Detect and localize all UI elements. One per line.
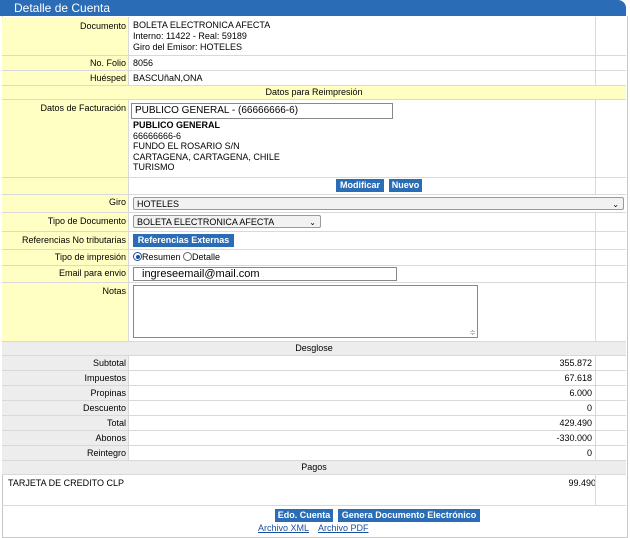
folio-value: 8056 (133, 58, 154, 68)
tipo-documento-label: Tipo de Documento (2, 213, 129, 231)
pagos-row: TARJETA DE CREDITO CLP 99.490 (2, 475, 626, 506)
chevron-down-icon: ⌄ (309, 218, 316, 227)
row-tipo-documento: Tipo de Documento BOLETA ELECTRONICA AFE… (2, 213, 626, 232)
huesped-value: BASCUñaN,ONA (133, 73, 203, 83)
desglose-row: Impuestos 67.618 (2, 371, 626, 386)
referencias-label: Referencias No tributarias (2, 232, 129, 249)
modificar-button[interactable]: Modificar (336, 179, 384, 192)
pagos-row-label: TARJETA DE CREDITO CLP (8, 478, 125, 488)
radio-detalle-label: Detalle (192, 252, 221, 262)
notas-textarea[interactable]: ≑ (133, 285, 478, 338)
edo-cuenta-button[interactable]: Edo. Cuenta (275, 509, 333, 522)
desglose-row-value: 0 (586, 403, 592, 413)
desglose-row: Propinas 6.000 (2, 386, 626, 401)
tipo-impresion-label: Tipo de impresión (2, 250, 129, 265)
desglose-row-label: Subtotal (2, 356, 129, 370)
desglose-row-label: Propinas (2, 386, 129, 400)
documento-giro-emisor: Giro del Emisor: HOTELES (133, 42, 243, 52)
resize-handle-icon[interactable]: ≑ (469, 328, 476, 337)
desglose-row-value: 355.872 (559, 358, 592, 368)
pagos-header: Pagos (2, 461, 626, 475)
chevron-down-icon: ⌄ (612, 200, 619, 209)
desglose-row: Subtotal 355.872 (2, 356, 626, 371)
radio-resumen[interactable] (133, 252, 142, 261)
huesped-label: Huésped (2, 71, 129, 85)
giro-select[interactable]: HOTELES ⌄ (133, 197, 624, 210)
folio-label: No. Folio (2, 56, 129, 70)
email-label: Email para envio (2, 266, 129, 282)
facturacion-city: CARTAGENA, CARTAGENA, CHILE (133, 151, 280, 162)
radio-resumen-label: Resumen (142, 252, 181, 262)
row-documento: Documento BOLETA ELECTRONICA AFECTA Inte… (2, 17, 626, 56)
row-folio: No. Folio 8056 (2, 56, 626, 71)
facturacion-giro: TURISMO (133, 162, 175, 172)
row-email: Email para envio ingreseemail@mail.com (2, 266, 626, 283)
nuevo-button[interactable]: Nuevo (389, 179, 422, 192)
notas-label: Notas (2, 283, 129, 341)
facturacion-name: PUBLICO GENERAL (133, 120, 221, 130)
pagos-row-value: 99.490 (568, 478, 596, 488)
documento-label: Documento (2, 17, 129, 55)
desglose-row-value: 6.000 (569, 388, 592, 398)
row-huesped: Huésped BASCUñaN,ONA (2, 71, 626, 86)
referencias-externas-button[interactable]: Referencias Externas (133, 234, 234, 247)
desglose-row: Abonos -330.000 (2, 431, 626, 446)
giro-label: Giro (2, 195, 129, 212)
documento-numbers: Interno: 11422 - Real: 59189 (133, 31, 247, 41)
reimpresion-header: Datos para Reimpresión (2, 86, 626, 100)
pagos-title: Pagos (301, 462, 327, 472)
facturacion-rut: 66666666-6 (133, 130, 182, 141)
window-titlebar: Detalle de Cuenta (0, 0, 626, 16)
archivo-xml-link[interactable]: Archivo XML (258, 523, 309, 533)
archivo-pdf-link[interactable]: Archivo PDF (318, 523, 369, 533)
desglose-row-value: 429.490 (559, 418, 592, 428)
desglose-row: Descuento 0 (2, 401, 626, 416)
desglose-row-label: Total (2, 416, 129, 430)
facturacion-address: FUNDO EL ROSARIO S/N (133, 141, 240, 151)
desglose-row: Total 429.490 (2, 416, 626, 431)
row-notas: Notas ≑ (2, 283, 626, 342)
desglose-row-label: Reintegro (2, 446, 129, 460)
genera-documento-button[interactable]: Genera Documento Electrónico (338, 509, 480, 522)
documento-type: BOLETA ELECTRONICA AFECTA (133, 20, 271, 30)
window-title: Detalle de Cuenta (14, 1, 111, 15)
desglose-row-label: Abonos (2, 431, 129, 445)
desglose-row-value: 67.618 (564, 373, 592, 383)
facturacion-label: Datos de Facturación (2, 100, 129, 177)
desglose-row-label: Descuento (2, 401, 129, 415)
reimpresion-title: Datos para Reimpresión (265, 87, 363, 97)
email-field[interactable]: ingreseemail@mail.com (133, 267, 397, 281)
radio-detalle[interactable] (183, 252, 193, 261)
desglose-header: Desglose (2, 342, 626, 356)
row-giro: Giro HOTELES ⌄ (2, 195, 626, 213)
row-tipo-impresion: Tipo de impresión Resumen Detalle (2, 250, 626, 266)
row-facturacion: Datos de Facturación PUBLICO GENERAL - (… (2, 100, 626, 178)
desglose-title: Desglose (295, 343, 333, 353)
facturacion-input[interactable]: PUBLICO GENERAL - (66666666-6) (131, 103, 393, 119)
desglose-row: Reintegro 0 (2, 446, 626, 461)
desglose-row-value: -330.000 (556, 433, 592, 443)
row-referencias: Referencias No tributarias Referencias E… (2, 232, 626, 250)
desglose-row-label: Impuestos (2, 371, 129, 385)
tipo-documento-select[interactable]: BOLETA ELECTRONICA AFECTA ⌄ (133, 215, 321, 228)
desglose-row-value: 0 (586, 448, 592, 458)
row-facturacion-actions: Modificar Nuevo (2, 178, 626, 195)
